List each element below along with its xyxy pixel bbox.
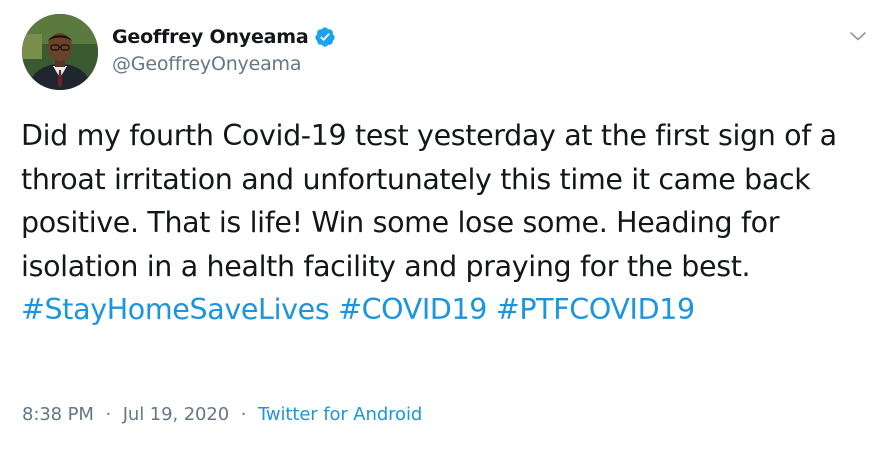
tweet-meta: 8:38 PM · Jul 19, 2020 · Twitter for And… bbox=[22, 404, 422, 425]
hashtag-link[interactable]: #StayHomeSaveLives bbox=[21, 293, 330, 326]
tweet-text: Did my fourth Covid-19 test yesterday at… bbox=[21, 119, 837, 283]
meta-separator: · bbox=[105, 404, 112, 425]
author-block: Geoffrey Onyeama @GeoffreyOnyeama bbox=[112, 24, 336, 75]
hashtag-link[interactable]: #PTFCOVID19 bbox=[496, 293, 695, 326]
tweet-date[interactable]: Jul 19, 2020 bbox=[123, 404, 230, 425]
chevron-down-icon[interactable] bbox=[846, 24, 870, 48]
tweet-card: Geoffrey Onyeama @GeoffreyOnyeama Did my… bbox=[0, 0, 888, 453]
hashtag-link[interactable]: #COVID19 bbox=[338, 293, 487, 326]
verified-badge-icon bbox=[314, 26, 336, 48]
meta-separator: · bbox=[240, 404, 247, 425]
author-display-name[interactable]: Geoffrey Onyeama bbox=[112, 26, 309, 48]
tweet-source-link[interactable]: Twitter for Android bbox=[258, 404, 422, 425]
tweet-body: Did my fourth Covid-19 test yesterday at… bbox=[21, 114, 871, 332]
name-row: Geoffrey Onyeama bbox=[112, 24, 336, 50]
tweet-time[interactable]: 8:38 PM bbox=[22, 404, 94, 425]
avatar-image bbox=[22, 14, 98, 90]
author-handle[interactable]: @GeoffreyOnyeama bbox=[112, 53, 336, 75]
avatar[interactable] bbox=[22, 14, 98, 90]
